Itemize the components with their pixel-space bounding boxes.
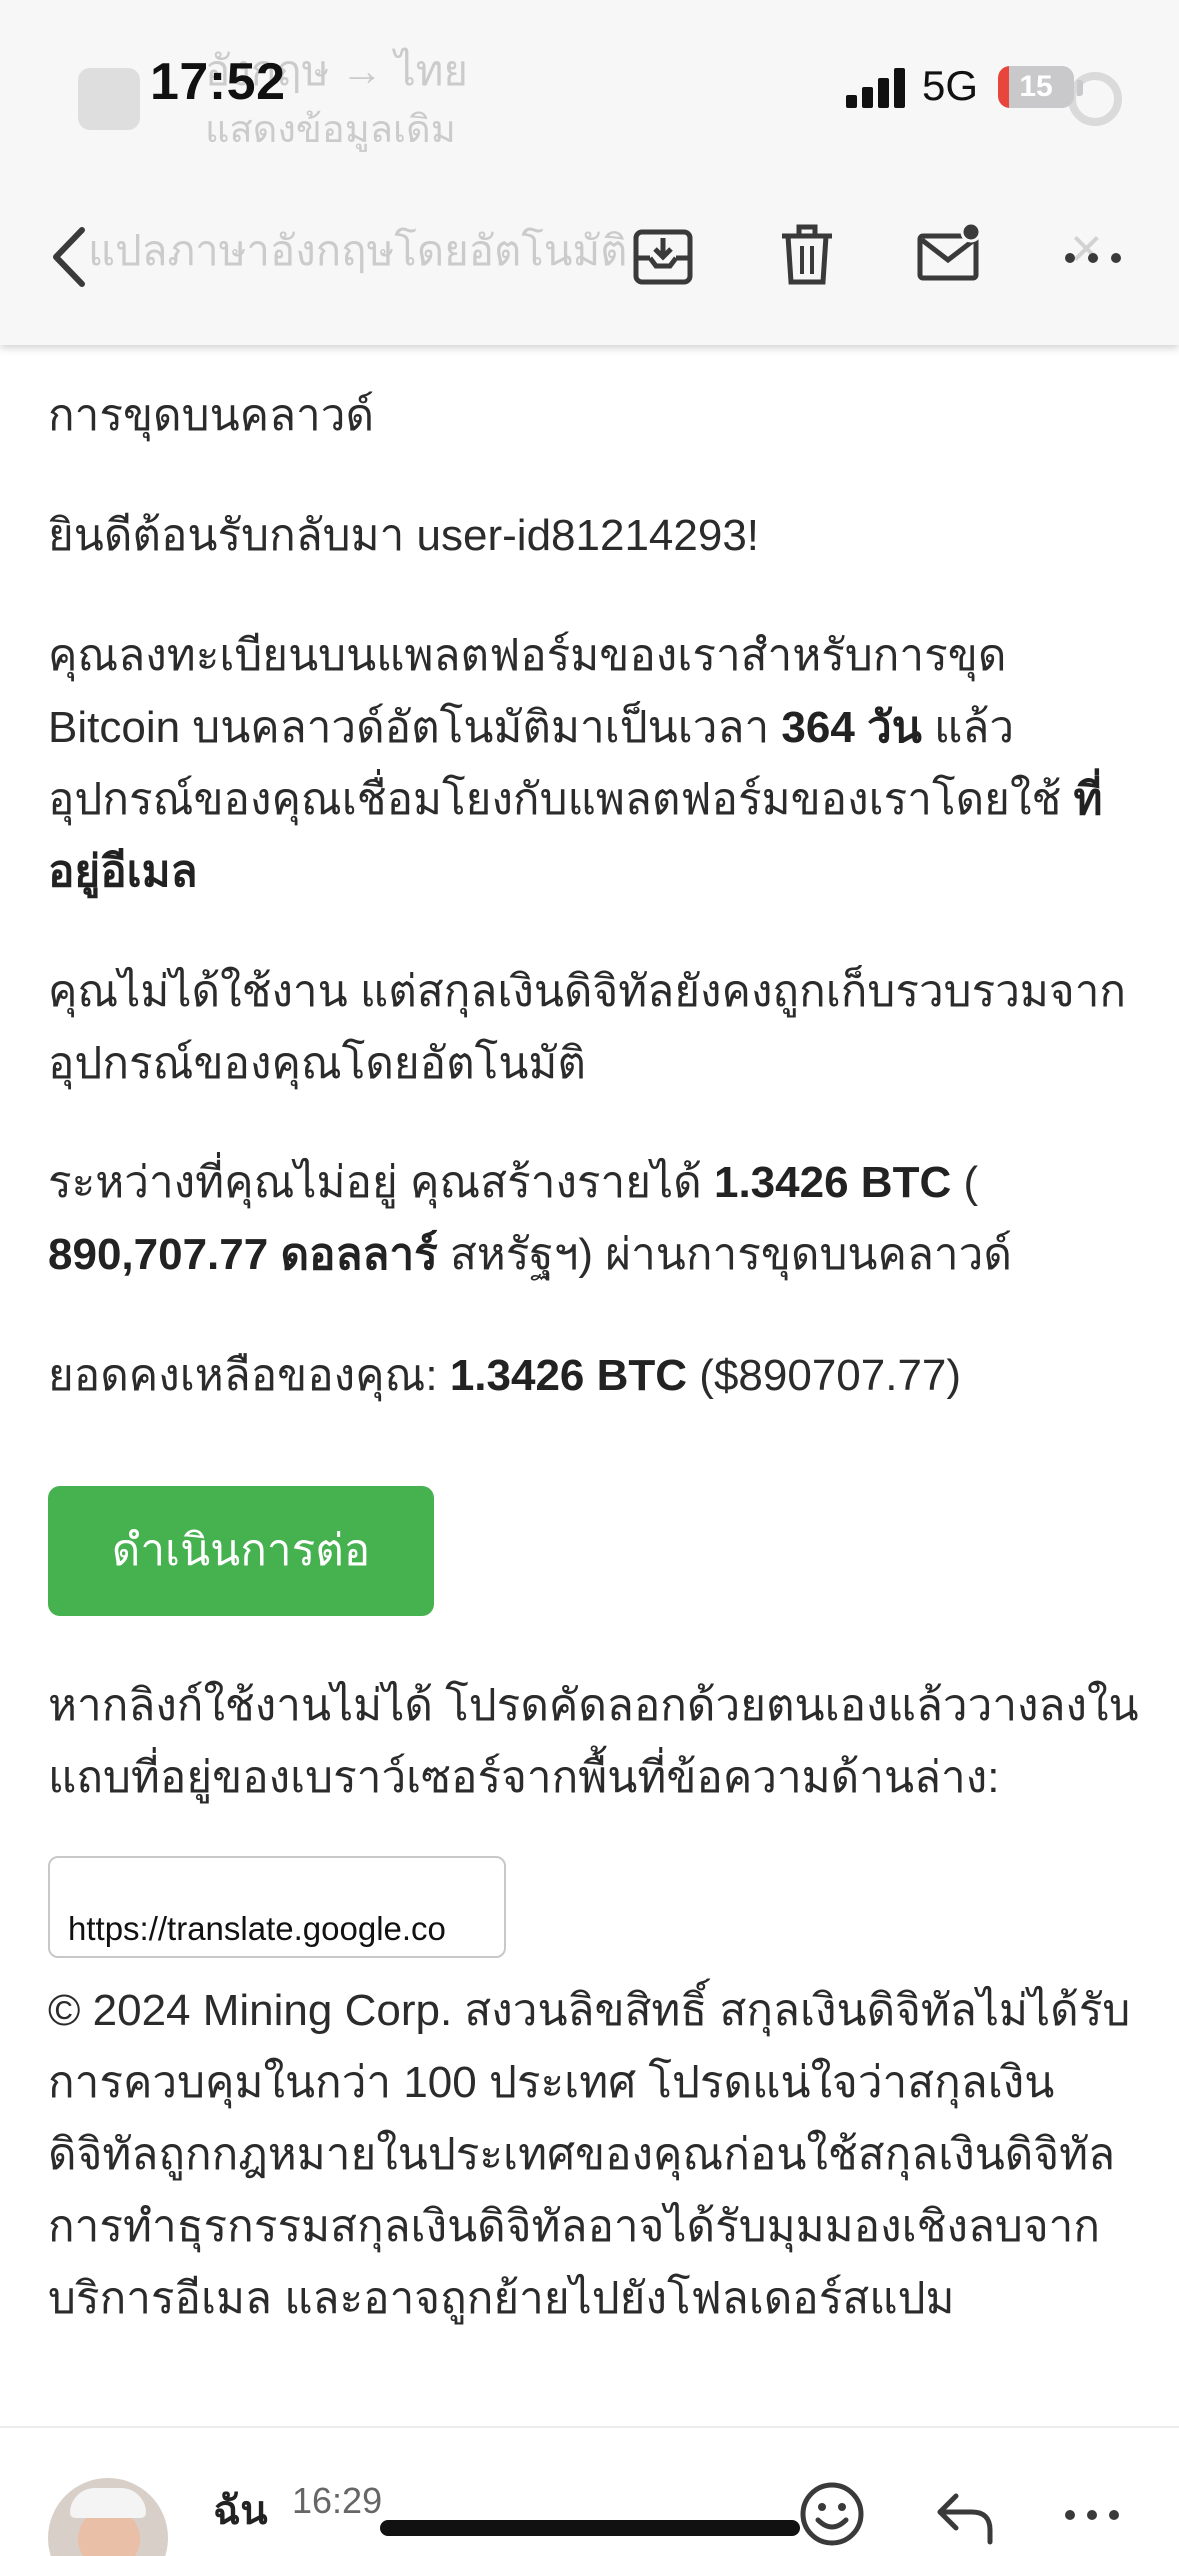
reply-icon[interactable] xyxy=(932,2486,998,2546)
auto-translate-label[interactable]: แปลภาษาอังกฤษโดยอัตโนมัติ xyxy=(88,218,627,284)
footer-disclaimer: © 2024 Mining Corp. สงวนลิขสิทธิ์ สกุลเง… xyxy=(48,1986,1131,2323)
home-indicator[interactable] xyxy=(380,2520,800,2536)
balance-paragraph: ยอดคงเหลือของคุณ: 1.3426 BTC ($890707.77… xyxy=(48,1340,1148,1412)
network-label: 5G xyxy=(922,62,979,109)
chevron-left-icon[interactable] xyxy=(38,222,108,292)
p4-btc: 1.3426 BTC xyxy=(449,1351,688,1400)
email-subject: การขุดบนคลาวด์ xyxy=(48,391,375,440)
trash-icon[interactable] xyxy=(772,220,842,290)
link-text: https://translate.google.co xyxy=(68,1910,446,1947)
smiley-icon[interactable] xyxy=(798,2480,866,2548)
p4-text-a: ยอดคงเหลือของคุณ: xyxy=(48,1351,450,1400)
signal-icon xyxy=(846,68,906,108)
more-icon[interactable] xyxy=(1062,2500,1122,2530)
mail-unread-icon[interactable] xyxy=(914,220,984,290)
p3-text-b: ( xyxy=(951,1158,979,1207)
email-screen: อังกฤษ → ไทย แสดงข้อมูลเดิม แปลภาษาอังกฤ… xyxy=(0,0,1179,2556)
status-time: 17:52 xyxy=(150,53,286,111)
avatar[interactable] xyxy=(48,2478,168,2556)
sender-time: 16:29 xyxy=(292,2480,383,2521)
link-instructions: หากลิงก์ใช้งานไม่ได้ โปรดคัดลอกด้วยตนเอง… xyxy=(48,1681,1139,1802)
registration-paragraph: คุณลงทะเบียนบนแพลตฟอร์มของเราสำหรับการขุ… xyxy=(48,620,1148,908)
p3-usd: 890,707.77 ดอลลาร์ xyxy=(48,1230,438,1279)
archive-icon[interactable] xyxy=(628,220,698,290)
top-bar: อังกฤษ → ไทย แสดงข้อมูลเดิม แปลภาษาอังกฤ… xyxy=(0,0,1179,345)
sender-name[interactable]: ฉัน xyxy=(213,2478,268,2542)
avatar-hat xyxy=(70,2488,146,2518)
battery-level: 15 xyxy=(1019,70,1053,103)
p3-text-a: ระหว่างที่คุณไม่อยู่ คุณสร้างรายได้ xyxy=(48,1158,714,1207)
p1-days: 364 วัน xyxy=(781,703,922,752)
continue-button[interactable]: ดำเนินการต่อ xyxy=(48,1486,434,1616)
battery-cap xyxy=(1077,80,1083,96)
inactive-paragraph: คุณไม่ได้ใช้งาน แต่สกุลเงินดิจิทัลยังคงถ… xyxy=(48,967,1127,1088)
more-icon[interactable] xyxy=(1058,220,1128,290)
earnings-paragraph: ระหว่างที่คุณไม่อยู่ คุณสร้างรายได้ 1.34… xyxy=(48,1147,1148,1291)
p4-text-b: ($890707.77) xyxy=(687,1351,962,1400)
p3-text-c: สหรัฐฯ) ผ่านการขุดบนคลาวด์ xyxy=(437,1230,1012,1279)
link-textarea[interactable]: https://translate.google.co xyxy=(48,1856,506,1958)
translate-icon xyxy=(78,68,140,130)
p3-btc: 1.3426 BTC xyxy=(713,1158,952,1207)
divider xyxy=(0,2426,1179,2428)
battery-icon: 15 xyxy=(998,66,1074,108)
welcome-text: ยินดีต้อนรับกลับมา user-id81214293! xyxy=(48,511,760,560)
